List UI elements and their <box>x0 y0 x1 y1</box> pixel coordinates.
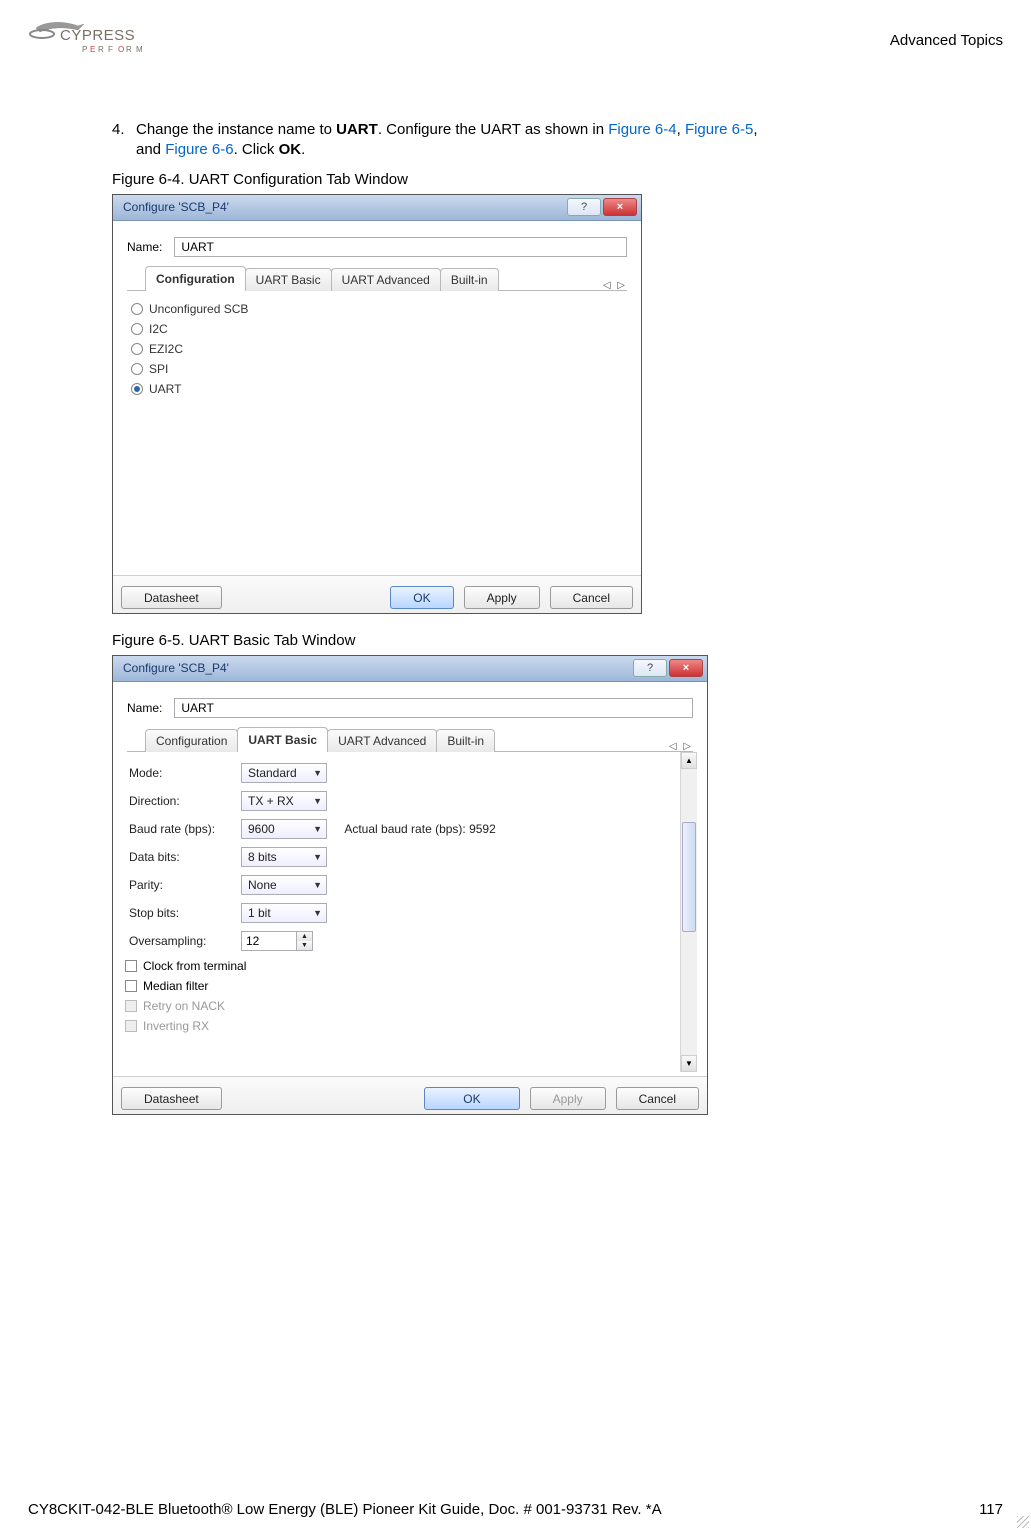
databits-combo[interactable]: 8 bits▼ <box>241 847 327 867</box>
cancel-button[interactable]: Cancel <box>550 586 633 609</box>
radio-unconfigured-scb[interactable]: Unconfigured SCB <box>131 299 623 319</box>
name-input[interactable] <box>174 237 627 257</box>
parity-label: Parity: <box>127 872 237 898</box>
radio-icon <box>131 323 143 335</box>
databits-label: Data bits: <box>127 844 237 870</box>
svg-text:E: E <box>90 45 96 54</box>
stopbits-label: Stop bits: <box>127 900 237 926</box>
chevron-down-icon: ▼ <box>313 768 322 778</box>
svg-text:CYPRESS: CYPRESS <box>60 27 135 44</box>
dialog-title: Configure 'SCB_P4' <box>123 200 229 214</box>
name-label: Name: <box>127 240 162 254</box>
spin-down-icon[interactable]: ▼ <box>297 941 312 950</box>
radio-icon <box>131 303 143 315</box>
figure-6-5-caption: Figure 6-5. UART Basic Tab Window <box>112 632 1003 649</box>
footer-doc-title: CY8CKIT-042-BLE Bluetooth® Low Energy (B… <box>28 1501 662 1518</box>
direction-label: Direction: <box>127 788 237 814</box>
svg-text:O: O <box>118 45 125 54</box>
radio-i2c[interactable]: I2C <box>131 319 623 339</box>
radio-ezi2c[interactable]: EZI2C <box>131 339 623 359</box>
tab-uart-basic[interactable]: UART Basic <box>237 727 328 752</box>
baud-combo[interactable]: 9600▼ <box>241 819 327 839</box>
scroll-thumb[interactable] <box>682 822 696 932</box>
link-figure-6-6[interactable]: Figure 6-6 <box>165 141 233 158</box>
check-retry-on-nack: Retry on NACK <box>125 996 678 1016</box>
radio-spi[interactable]: SPI <box>131 359 623 379</box>
tab-scroll-nav[interactable]: ◁ ▷ <box>603 280 627 291</box>
oversampling-label: Oversampling: <box>127 928 237 954</box>
datasheet-button[interactable]: Datasheet <box>121 586 222 609</box>
tabstrip: Configuration UART Basic UART Advanced B… <box>127 267 627 291</box>
checkbox-icon <box>125 1020 137 1032</box>
baud-label: Baud rate (bps): <box>127 816 237 842</box>
name-label: Name: <box>127 701 162 715</box>
tab-uart-advanced[interactable]: UART Advanced <box>327 729 437 752</box>
cancel-button[interactable]: Cancel <box>616 1087 699 1110</box>
apply-button[interactable]: Apply <box>464 586 540 609</box>
scroll-down-icon[interactable]: ▼ <box>681 1055 697 1072</box>
figure-6-4-caption: Figure 6-4. UART Configuration Tab Windo… <box>112 171 1003 188</box>
link-figure-6-4[interactable]: Figure 6-4 <box>608 121 676 138</box>
tab-configuration[interactable]: Configuration <box>145 266 246 291</box>
link-figure-6-5[interactable]: Figure 6-5 <box>685 121 753 138</box>
name-input[interactable] <box>174 698 693 718</box>
radio-icon <box>131 363 143 375</box>
step-number: 4. <box>112 120 136 161</box>
step-text: Change the instance name to UART. Config… <box>136 120 1003 161</box>
chevron-down-icon: ▼ <box>313 824 322 834</box>
tab-scroll-nav[interactable]: ◁ ▷ <box>669 741 693 752</box>
help-button[interactable]: ? <box>567 198 601 216</box>
actual-baud-label: Actual baud rate (bps): 9592 <box>344 822 495 836</box>
radio-icon <box>131 383 143 395</box>
chevron-down-icon: ▼ <box>313 880 322 890</box>
ok-button[interactable]: OK <box>390 586 453 609</box>
ok-button[interactable]: OK <box>424 1087 519 1110</box>
svg-text:R F: R F <box>98 45 114 54</box>
oversampling-input[interactable] <box>241 931 297 951</box>
check-inverting-rx: Inverting RX <box>125 1016 678 1036</box>
tab-built-in[interactable]: Built-in <box>440 268 499 291</box>
tabstrip: Configuration UART Basic UART Advanced B… <box>127 728 693 752</box>
direction-combo[interactable]: TX + RX▼ <box>241 791 327 811</box>
checkbox-icon <box>125 960 137 972</box>
svg-text:P: P <box>82 45 88 54</box>
footer-page-number: 117 <box>979 1501 1003 1518</box>
configure-scb-dialog-2: Configure 'SCB_P4' ? × Name: Configurati… <box>112 655 708 1115</box>
check-median-filter[interactable]: Median filter <box>125 976 678 996</box>
dialog-title: Configure 'SCB_P4' <box>123 661 229 675</box>
vertical-scrollbar[interactable]: ▲ ▼ <box>680 752 697 1072</box>
resize-grip-icon[interactable] <box>1017 1516 1029 1528</box>
page-section-title: Advanced Topics <box>890 32 1003 49</box>
spin-up-icon[interactable]: ▲ <box>297 932 312 941</box>
titlebar[interactable]: Configure 'SCB_P4' ? × <box>113 656 707 682</box>
radio-uart[interactable]: UART <box>131 379 623 399</box>
parity-combo[interactable]: None▼ <box>241 875 327 895</box>
chevron-down-icon: ▼ <box>313 796 322 806</box>
help-button[interactable]: ? <box>633 659 667 677</box>
cypress-logo: CYPRESS P E R F O R M <box>28 10 168 64</box>
close-button[interactable]: × <box>603 198 637 216</box>
check-clock-from-terminal[interactable]: Clock from terminal <box>125 956 678 976</box>
scroll-up-icon[interactable]: ▲ <box>681 752 697 769</box>
tab-uart-advanced[interactable]: UART Advanced <box>331 268 441 291</box>
mode-combo[interactable]: Standard▼ <box>241 763 327 783</box>
oversampling-spinner[interactable]: ▲▼ <box>241 931 313 951</box>
tab-built-in[interactable]: Built-in <box>436 729 495 752</box>
mode-label: Mode: <box>127 760 237 786</box>
chevron-down-icon: ▼ <box>313 908 322 918</box>
svg-text:R M: R M <box>126 45 144 54</box>
close-button[interactable]: × <box>669 659 703 677</box>
titlebar[interactable]: Configure 'SCB_P4' ? × <box>113 195 641 221</box>
stopbits-combo[interactable]: 1 bit▼ <box>241 903 327 923</box>
apply-button: Apply <box>530 1087 606 1110</box>
tab-uart-basic[interactable]: UART Basic <box>245 268 332 291</box>
checkbox-icon <box>125 980 137 992</box>
configure-scb-dialog-1: Configure 'SCB_P4' ? × Name: Configurati… <box>112 194 642 614</box>
tab-configuration[interactable]: Configuration <box>145 729 238 752</box>
checkbox-icon <box>125 1000 137 1012</box>
datasheet-button[interactable]: Datasheet <box>121 1087 222 1110</box>
radio-icon <box>131 343 143 355</box>
chevron-down-icon: ▼ <box>313 852 322 862</box>
